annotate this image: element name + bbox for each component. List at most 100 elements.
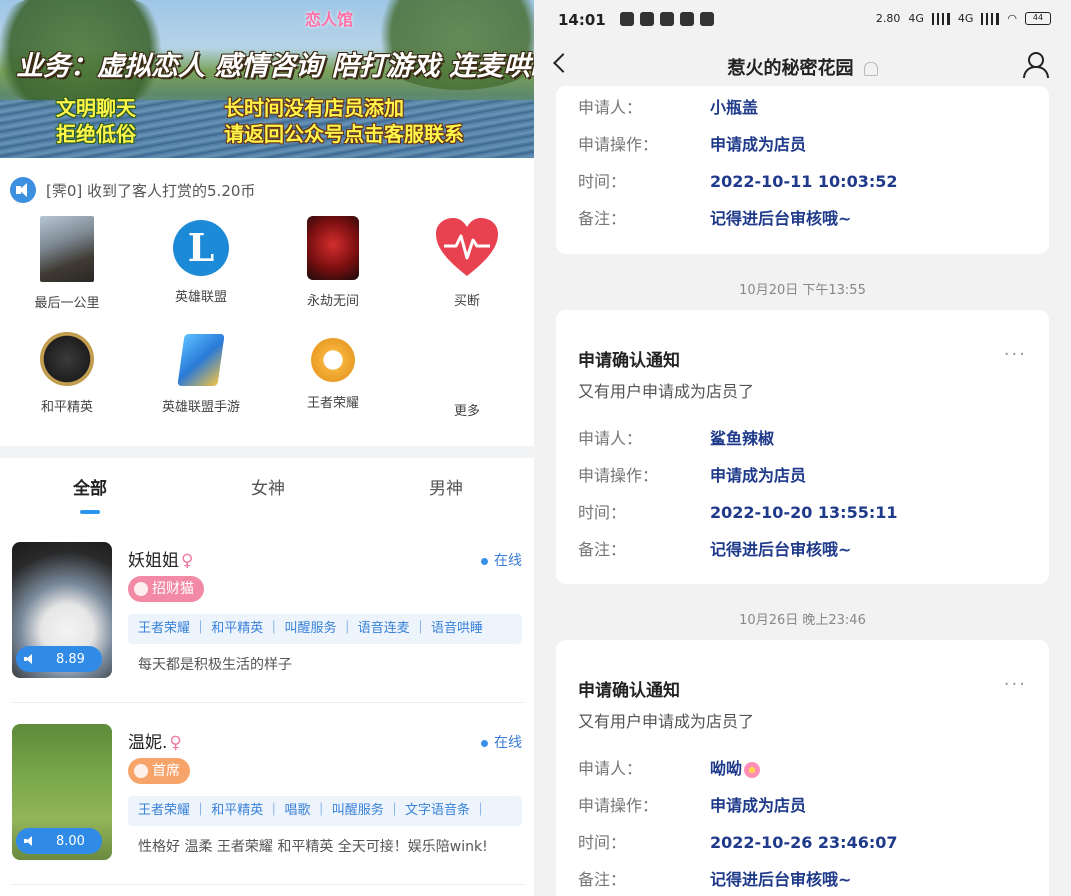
- more-icon[interactable]: ···: [1004, 344, 1027, 365]
- message-subtitle: 又有用户申请成为店员了: [578, 382, 755, 401]
- battery-icon: 44: [1025, 12, 1051, 25]
- more-icon[interactable]: ···: [1004, 674, 1027, 695]
- avatar[interactable]: 8.00: [12, 724, 112, 860]
- chat-title: 惹火的秘密花园: [727, 58, 854, 79]
- category-label: 最后一公里: [34, 296, 100, 311]
- time-row: 时间： 2022-10-11 10:03:52: [578, 168, 898, 192]
- voice-icon: [24, 654, 34, 664]
- action-label: 申请操作：: [578, 796, 659, 815]
- banner-right-line1: 长时间没有店员添加: [224, 96, 404, 120]
- category-item-lol[interactable]: L 英雄联盟: [146, 216, 256, 305]
- action-value: 申请成为店员: [710, 796, 807, 815]
- notification-icon: [700, 12, 714, 26]
- banner-left-line1: 文明聊天: [56, 96, 136, 120]
- category-label: 更多: [453, 404, 480, 419]
- profile-name: 妖姐姐 ♀: [128, 546, 193, 571]
- yongjie-icon: [307, 216, 359, 280]
- message-card[interactable]: 申请人： 小瓶盖 申请操作： 申请成为店员 时间： 2022-10-11 10:03:…: [556, 86, 1049, 254]
- time-label: 时间：: [578, 172, 627, 191]
- category-label: 永劫无间: [306, 294, 359, 309]
- notification-icon: [620, 12, 634, 26]
- note-value: 记得进后台审核哦~: [710, 209, 852, 228]
- avatar[interactable]: 8.89: [12, 542, 112, 678]
- action-value: 申请成为店员: [710, 135, 807, 154]
- right-chat-panel: 14:01 2.80 4G 4G ◠ 44 惹火的秘密花园 申请人： 小瓶盖 申…: [534, 0, 1071, 896]
- tab-all[interactable]: 全部: [50, 474, 130, 499]
- lol-mobile-icon: [177, 334, 225, 386]
- profile-icon[interactable]: [1021, 52, 1049, 78]
- applicant-row: 申请人： 小瓶盖: [578, 94, 758, 118]
- service-tags: 王者荣耀 ｜ 和平精英 ｜ 叫醒服务 ｜ 语音连麦 ｜ 语音哄睡: [128, 614, 522, 644]
- category-item-honor-of-kings[interactable]: 王者荣耀: [278, 326, 388, 411]
- category-item-buyout[interactable]: 买断: [412, 216, 522, 309]
- price: 8.89: [56, 651, 85, 667]
- section-divider: [0, 446, 534, 458]
- tab-goddess[interactable]: 女神: [228, 474, 308, 499]
- time-label: 时间：: [578, 503, 627, 522]
- net-type: 4G: [908, 12, 924, 25]
- chat-title-wrap: 惹火的秘密花园: [534, 54, 1071, 80]
- profile-card[interactable]: 8.00 温妮. ♀ 在线 首席 王者荣耀 ｜ 和平精英 ｜ 唱歌 ｜ 叫醒服务 …: [12, 724, 524, 874]
- chat-navbar: 惹火的秘密花园: [534, 40, 1071, 92]
- voice-price-pill[interactable]: 8.89: [16, 646, 102, 672]
- time-value: 2022-10-20 13:55:11: [710, 503, 898, 522]
- category-item-last-mile[interactable]: 最后一公里: [12, 216, 122, 311]
- more-placeholder: [435, 326, 499, 390]
- message-card[interactable]: 申请确认通知 ··· 又有用户申请成为店员了 申请人： 呦呦 申请操作： 申请成为店…: [556, 640, 1049, 896]
- notice-bar[interactable]: [霁0] 收到了客人打赏的5.20币: [10, 176, 255, 204]
- row-separator: [12, 702, 524, 703]
- promo-banner[interactable]: 恋人馆 业务：虚拟恋人 感情咨询 陪打游戏 连麦哄睡 文明聊天 拒绝低俗 长时间…: [0, 0, 534, 158]
- net-speed: 2.80: [875, 12, 901, 25]
- action-label: 申请操作：: [578, 466, 659, 485]
- voice-price-pill[interactable]: 8.00: [16, 828, 102, 854]
- message-subtitle: 又有用户申请成为店员了: [578, 712, 755, 731]
- system-icons: 2.80 4G 4G ◠ 44: [876, 12, 1051, 25]
- banner-title: 业务：虚拟恋人 感情咨询 陪打游戏 连麦哄睡: [16, 51, 534, 82]
- wifi-icon: ◠: [1007, 12, 1017, 25]
- mute-bell-icon: [863, 62, 878, 76]
- female-icon: ♀: [181, 551, 194, 571]
- tab-god[interactable]: 男神: [406, 474, 486, 499]
- signal-icon: [981, 12, 1000, 25]
- price: 8.00: [56, 833, 85, 849]
- peace-elite-icon: [40, 332, 94, 386]
- note-value: 记得进后台审核哦~: [710, 870, 852, 889]
- status-time: 14:01: [558, 11, 606, 29]
- note-value: 记得进后台审核哦~: [710, 540, 852, 559]
- net-type: 4G: [957, 12, 974, 25]
- note-row: 备注： 记得进后台审核哦~: [578, 536, 851, 560]
- note-row: 备注： 记得进后台审核哦~: [578, 866, 851, 890]
- action-label: 申请操作：: [578, 135, 659, 154]
- message-title: 申请确认通知: [578, 681, 680, 701]
- notification-icons: [620, 12, 714, 26]
- category-item-peace-elite[interactable]: 和平精英: [12, 326, 122, 415]
- action-row: 申请操作： 申请成为店员: [578, 462, 806, 486]
- applicant-row: 申请人： 呦呦: [578, 755, 761, 779]
- profile-name-text: 妖姐姐: [128, 551, 179, 571]
- honor-of-kings-icon: [311, 338, 355, 382]
- applicant-label: 申请人：: [578, 759, 643, 778]
- notice-text: [霁0] 收到了客人打赏的5.20币: [46, 181, 256, 200]
- category-item-lol-mobile[interactable]: 英雄联盟手游: [146, 326, 256, 415]
- applicant-label: 申请人：: [578, 98, 643, 117]
- time-row: 时间： 2022-10-26 23:46:07: [578, 829, 898, 853]
- time-row: 时间： 2022-10-20 13:55:11: [578, 499, 898, 523]
- message-card[interactable]: 申请确认通知 ··· 又有用户申请成为店员了 申请人： 鲨鱼辣椒 申请操作： 申请成…: [556, 310, 1049, 584]
- profile-bio: 每天都是积极生活的样子: [138, 657, 292, 673]
- category-item-more[interactable]: 更多: [412, 326, 522, 419]
- category-label: 买断: [453, 294, 480, 309]
- applicant-value: 小瓶盖: [710, 98, 759, 117]
- female-icon: ♀: [169, 733, 182, 753]
- applicant-value: 呦呦: [710, 759, 743, 778]
- note-label: 备注：: [578, 870, 627, 889]
- filter-tabs: 全部 女神 男神: [0, 470, 534, 514]
- profile-name: 温妮. ♀: [128, 728, 182, 753]
- message-timestamp: 10月26日 晚上23:46: [739, 613, 866, 628]
- profile-card[interactable]: 8.89 妖姐姐 ♀ 在线 招财猫 王者荣耀 ｜ 和平精英 ｜ 叫醒服务 ｜ 语音…: [12, 542, 524, 692]
- voice-icon: [24, 836, 34, 846]
- profile-name-text: 温妮.: [128, 733, 168, 753]
- left-app-panel: 恋人馆 业务：虚拟恋人 感情咨询 陪打游戏 连麦哄睡 文明聊天 拒绝低俗 长时间…: [0, 0, 534, 896]
- category-label: 王者荣耀: [306, 396, 359, 411]
- flower-emoji-icon: [744, 761, 761, 778]
- category-item-yongjie[interactable]: 永劫无间: [278, 216, 388, 309]
